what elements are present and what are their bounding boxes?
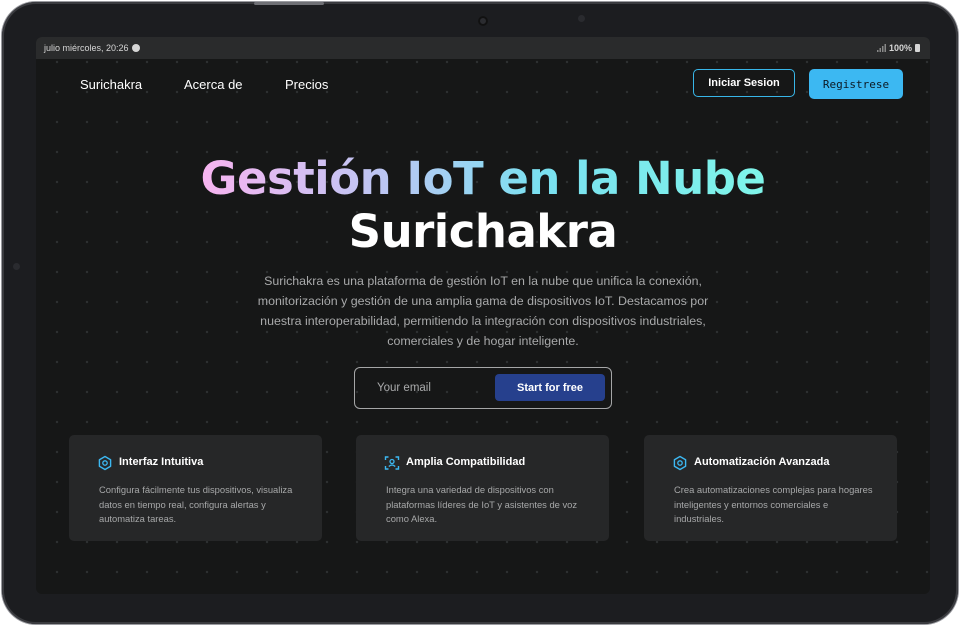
signup-form: Start for free bbox=[354, 367, 612, 409]
start-for-free-button[interactable]: Start for free bbox=[495, 374, 605, 401]
power-button bbox=[254, 2, 324, 5]
feature-card-compatibilidad: Amplia Compatibilidad Integra una varied… bbox=[356, 435, 609, 541]
scan-icon bbox=[384, 456, 400, 470]
feature-title: Amplia Compatibilidad bbox=[406, 456, 526, 468]
front-camera bbox=[478, 16, 488, 26]
hexagon-icon bbox=[98, 455, 112, 471]
top-navigation: Surichakra Acerca de Precios Iniciar Ses… bbox=[36, 59, 930, 109]
status-time: julio miércoles, 20:26 bbox=[44, 43, 129, 53]
email-input[interactable] bbox=[375, 376, 489, 400]
feature-text: Integra una variedad de dispositivos con… bbox=[386, 484, 578, 524]
tablet-frame: julio miércoles, 20:26 100% Surichakra A… bbox=[2, 2, 958, 624]
feature-card-interfaz: Interfaz Intuitiva Configura fácilmente … bbox=[69, 435, 322, 541]
feature-text: Crea automatizaciones complejas para hog… bbox=[674, 484, 873, 524]
side-sensor bbox=[13, 263, 20, 270]
hexagon-icon bbox=[673, 455, 687, 471]
light-sensor bbox=[578, 15, 585, 22]
battery-icon bbox=[915, 44, 920, 52]
hero-description: Surichakra es una plataforma de gestión … bbox=[257, 274, 709, 348]
register-button[interactable]: Registrese bbox=[809, 69, 903, 99]
signal-icon bbox=[876, 44, 886, 52]
feature-card-automatizacion: Automatización Avanzada Crea automatizac… bbox=[644, 435, 897, 541]
login-button[interactable]: Iniciar Sesion bbox=[693, 69, 795, 97]
hero-title-gradient: Gestión IoT en la Nube bbox=[200, 152, 766, 205]
status-bar: julio miércoles, 20:26 100% bbox=[36, 37, 930, 59]
notification-icon bbox=[131, 44, 140, 52]
battery-level: 100% bbox=[888, 43, 912, 53]
nav-about-link[interactable]: Acerca de bbox=[184, 77, 243, 92]
nav-pricing-link[interactable]: Precios bbox=[285, 77, 328, 92]
hero-title: Gestión IoT en la Nube bbox=[36, 151, 930, 207]
feature-title: Interfaz Intuitiva bbox=[119, 456, 204, 468]
feature-text: Configura fácilmente tus dispositivos, v… bbox=[99, 484, 293, 524]
hero-brand-title: Surichakra bbox=[348, 205, 618, 258]
feature-title: Automatización Avanzada bbox=[694, 456, 830, 468]
nav-brand-link[interactable]: Surichakra bbox=[80, 77, 142, 92]
screen: julio miércoles, 20:26 100% Surichakra A… bbox=[36, 37, 930, 594]
